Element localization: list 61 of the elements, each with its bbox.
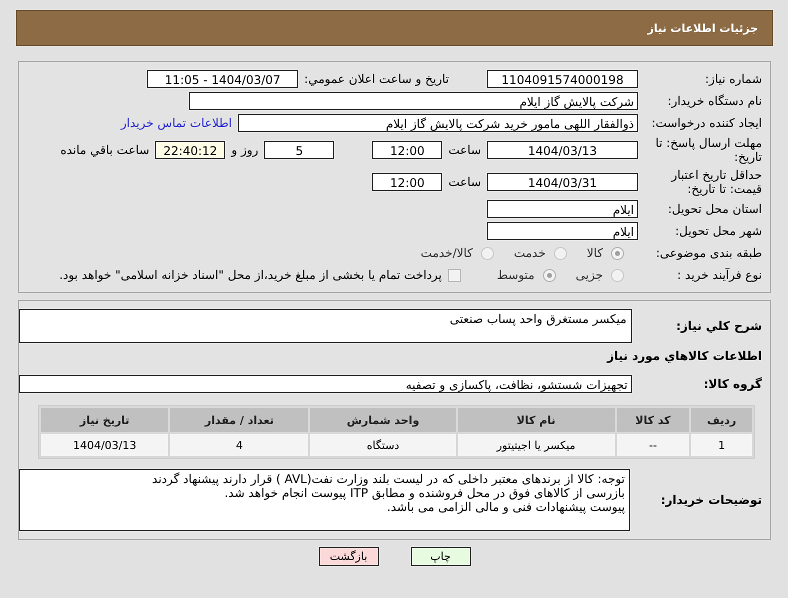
back-button[interactable]: بازگشت xyxy=(318,547,378,566)
column-header: نام کالا xyxy=(458,408,615,432)
page-title: جزئیات اطلاعات نیاز xyxy=(648,22,758,34)
text-field[interactable]: 1404/03/13 xyxy=(487,141,638,159)
text-field[interactable]: 1104091574000198 xyxy=(487,70,638,88)
notes-field[interactable]: توجه: کالا از برندهای معتبر داخلی که در لیست بلند وزارت نفت(AVL ) قرار دارند پیشنهاد گردند بازرسی از کالاهای فوق در محل فروشنده و مطابق ITP پیوست انجام خواهد شد. پیوست پیشنهادات فنی و مالی الزامی می باشد. xyxy=(19,469,630,531)
column-header: واحد شمارش xyxy=(310,408,456,432)
table-cell: 4 xyxy=(170,434,308,456)
table-cell: دستگاه xyxy=(310,434,456,456)
text-field[interactable]: 1404/03/07 - 11:05 xyxy=(147,70,298,88)
contact-link[interactable]: اطلاعات تماس خریدار xyxy=(120,116,232,130)
column-header: ردیف xyxy=(691,408,752,432)
radio-label: متوسط xyxy=(496,268,535,282)
field-label: ساعت باقي مانده xyxy=(60,143,150,157)
text-field[interactable]: ایلام xyxy=(487,200,638,218)
table-cell: -- xyxy=(616,434,690,456)
text-field[interactable]: ذوالفقار اللهی مامور خرید شرکت پالایش گاز ایلام xyxy=(238,114,638,132)
text-field[interactable]: 12:00 xyxy=(372,173,442,191)
radio-button[interactable] xyxy=(542,268,556,282)
field-label: شرح کلي نياز: xyxy=(675,319,763,333)
radio-label: خدمت xyxy=(514,246,546,260)
payment-note: پرداخت تمام یا بخشی از مبلغ خرید،از محل "اسناد خزانه اسلامی" خواهد بود. xyxy=(59,268,442,282)
field-label: ساعت xyxy=(448,175,481,189)
column-header: تاریخ نیاز xyxy=(41,408,168,432)
radio-button[interactable] xyxy=(554,246,567,260)
field-label: نوع فرآیند خرید : xyxy=(676,268,763,282)
radio-label: کالا/خدمت xyxy=(420,246,473,260)
section-title: اطلاعات کالاهاي مورد نياز xyxy=(606,348,763,365)
field-label: شهر محل تحویل: xyxy=(674,224,763,238)
text-field[interactable]: ایلام xyxy=(487,222,638,240)
radio-label: کالا xyxy=(586,246,603,260)
field-label: نام دستگاه خریدار: xyxy=(666,94,763,108)
text-field[interactable]: 12:00 xyxy=(372,141,442,159)
field-label: شماره نیاز: xyxy=(704,72,763,86)
field-label: ساعت xyxy=(448,143,481,157)
radio-button[interactable] xyxy=(611,268,624,282)
text-field[interactable]: 22:40:12 xyxy=(155,141,226,159)
radio-button[interactable] xyxy=(611,246,624,260)
field-label: روز و xyxy=(231,143,258,157)
print-button[interactable]: چاپ xyxy=(410,547,470,566)
table-cell: 1 xyxy=(691,434,752,456)
radio-button[interactable] xyxy=(480,246,494,260)
field-label: ایجاد کننده درخواست: xyxy=(650,116,763,130)
field-label: گروه کالا: xyxy=(702,377,763,391)
radio-label: جزیی xyxy=(576,268,603,282)
table-cell: میکسر یا اجیتیتور xyxy=(458,434,615,456)
field-label: استان محل تحویل: xyxy=(666,202,763,216)
text-field[interactable]: 1404/03/31 xyxy=(487,173,638,191)
field-label: حداقل تاریخ اعتبار قیمت: تا تاریخ: xyxy=(670,168,763,196)
field-label: مهلت ارسال پاسخ: تا تاریخ: xyxy=(654,136,763,164)
description-field[interactable]: میکسر مستغرق واحد پساب صنعتی xyxy=(19,309,632,343)
text-field[interactable]: 5 xyxy=(264,141,334,159)
field-label: تاریخ و ساعت اعلان عمومي: xyxy=(304,72,449,86)
table-cell: 1404/03/13 xyxy=(41,434,168,456)
checkbox[interactable] xyxy=(448,268,461,282)
column-header: تعداد / مقدار xyxy=(170,408,308,432)
column-header: کد کالا xyxy=(616,408,690,432)
text-field[interactable]: شرکت پالایش گاز ایلام xyxy=(189,92,638,110)
field-label: توضیحات خریدار: xyxy=(660,493,763,507)
field-label: طبقه بندی موضوعی: xyxy=(654,246,763,260)
text-field[interactable]: تجهیزات شستشو، نظافت، پاکسازی و تصفیه xyxy=(19,375,632,393)
